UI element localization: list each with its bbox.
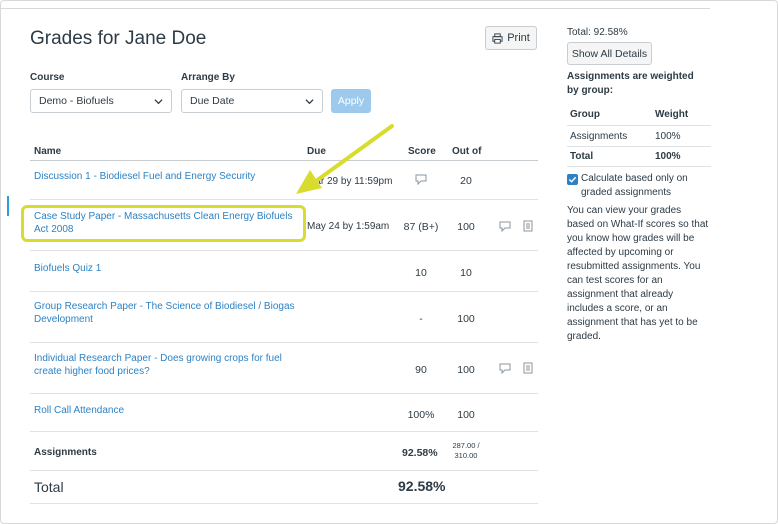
assignment-link-individual-paper[interactable]: Individual Research Paper - Does growing…: [34, 352, 304, 378]
header-divider: [30, 160, 538, 161]
row-divider: [30, 470, 538, 471]
out-of: 100: [457, 221, 475, 233]
assignment-link-quiz-1[interactable]: Biofuels Quiz 1: [34, 262, 294, 275]
row-divider: [30, 503, 538, 504]
score: 100%: [407, 409, 435, 421]
printer-icon: [492, 32, 503, 44]
score: 10: [415, 267, 427, 279]
show-all-details-button[interactable]: Show All Details: [567, 42, 652, 65]
print-button[interactable]: Print: [485, 26, 537, 50]
arrange-select[interactable]: Due Date: [181, 89, 323, 113]
top-divider: [0, 8, 710, 9]
weights-col-group: Group: [570, 109, 600, 120]
row-divider: [30, 393, 538, 394]
row-divider: [30, 291, 538, 292]
total-score: 92.58%: [398, 478, 446, 494]
row-divider: [30, 431, 538, 432]
check-icon: [568, 176, 577, 183]
focus-indicator: [7, 196, 9, 216]
comment-icon[interactable]: [499, 220, 511, 232]
weights-row: Assignments 100%: [567, 125, 711, 146]
weights-group: Total: [570, 151, 594, 162]
calculate-graded-only-label[interactable]: Calculate based only on graded assignmen…: [581, 172, 706, 200]
course-select[interactable]: Demo - Biofuels: [30, 89, 172, 113]
weights-col-weight: Weight: [655, 109, 689, 120]
out-of: 20: [460, 175, 472, 187]
what-if-help-text: You can view your grades based on What-I…: [567, 205, 709, 342]
highlight-box: [21, 205, 306, 242]
weights-group: Assignments: [570, 130, 628, 142]
comment-icon[interactable]: [415, 173, 427, 185]
weights-table: Group Weight Assignments 100% Total 100%: [567, 104, 711, 167]
weighted-note: Assignments are weighted by group:: [567, 71, 694, 96]
total-label: Total: [34, 479, 64, 495]
out-of: 100: [457, 409, 475, 421]
rubric-icon[interactable]: [522, 220, 534, 232]
assignment-link-roll-call[interactable]: Roll Call Attendance: [34, 404, 294, 417]
comment-icon[interactable]: [499, 362, 511, 374]
group-points-possible: 310.00: [454, 451, 478, 460]
course-label: Course: [30, 72, 65, 83]
due-date: May 24 by 1:59am: [307, 221, 390, 232]
assignment-link-discussion-1[interactable]: Discussion 1 - Biodiesel Fuel and Energy…: [34, 170, 294, 183]
rubric-icon[interactable]: [522, 362, 534, 374]
col-score-header[interactable]: Score: [408, 146, 436, 157]
print-label: Print: [507, 32, 530, 44]
out-of: 10: [460, 267, 472, 279]
row-divider: [30, 199, 538, 200]
chevron-down-icon: [305, 99, 314, 105]
score: 90: [415, 364, 427, 376]
weights-value: 100%: [655, 130, 681, 142]
apply-button[interactable]: Apply: [331, 89, 371, 113]
score: 87 (B+): [403, 221, 439, 233]
col-outof-header[interactable]: Out of: [452, 146, 481, 157]
row-divider: [30, 342, 538, 343]
calculate-graded-only-checkbox[interactable]: [567, 174, 578, 185]
group-points: 287.00 / 310.00: [446, 441, 486, 461]
arrange-label: Arrange By: [181, 72, 235, 83]
out-of: 100: [457, 313, 475, 325]
course-value: Demo - Biofuels: [39, 95, 114, 107]
page-title: Grades for Jane Doe: [30, 28, 207, 49]
arrow-annotation: [296, 124, 394, 194]
col-name-header[interactable]: Name: [34, 146, 61, 157]
chevron-down-icon: [154, 99, 163, 105]
group-name: Assignments: [34, 447, 97, 458]
score: -: [419, 313, 423, 325]
assignment-link-group-paper[interactable]: Group Research Paper - The Science of Bi…: [34, 300, 304, 326]
group-points-earned: 287.00 /: [452, 441, 480, 450]
weights-row: Total 100%: [567, 146, 711, 167]
arrange-value: Due Date: [190, 95, 235, 107]
weights-header-row: Group Weight: [567, 104, 711, 125]
weights-value: 100%: [655, 151, 681, 162]
sidebar-total: Total: 92.58%: [567, 27, 628, 38]
out-of: 100: [457, 364, 475, 376]
row-divider: [30, 250, 538, 251]
group-score: 92.58%: [402, 447, 438, 459]
